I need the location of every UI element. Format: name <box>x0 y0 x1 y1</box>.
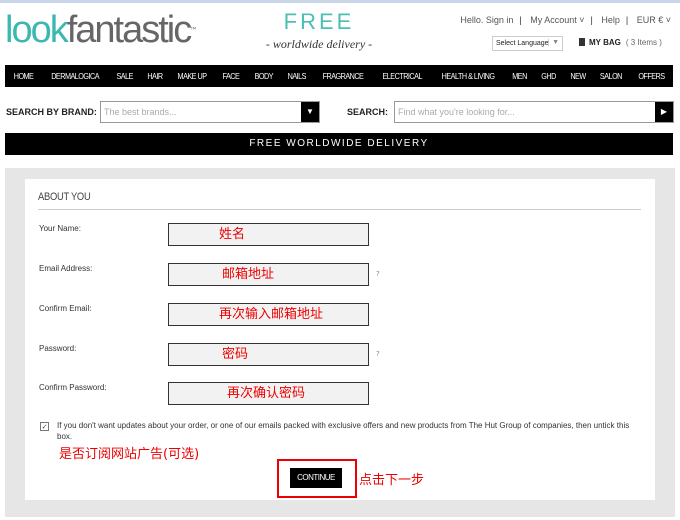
nav-item-offers[interactable]: OFFERS <box>638 71 665 81</box>
field-input[interactable]: 邮箱地址 <box>168 263 369 286</box>
field-label: Email Address: <box>39 264 93 273</box>
nav-item-electrical[interactable]: ELECTRICAL <box>383 71 423 81</box>
free-promo: FREE <box>283 9 355 34</box>
nav-item-face[interactable]: FACE <box>223 71 240 81</box>
field-label: Password: <box>39 344 77 353</box>
field-input[interactable]: 姓名 <box>168 223 369 246</box>
delivery-banner: FREE WORLDWIDE DELIVERY <box>5 133 673 155</box>
main-nav: HOME DERMALOGICA SALE HAIR MAKE UP FACE BODY NA… <box>5 65 673 87</box>
search-go-icon[interactable]: ▶ <box>655 102 673 122</box>
divider <box>38 209 641 210</box>
field-input[interactable]: 再次输入邮箱地址 <box>168 303 369 326</box>
field-label: Confirm Email: <box>39 304 92 313</box>
about-you-form: ABOUT YOU Your Name: 姓名 Email Address: 邮箱… <box>25 179 655 500</box>
subscribe-annotation: 是否订阅网站广告(可选) <box>59 447 200 462</box>
nav-item-salon[interactable]: SALON <box>600 71 622 81</box>
search-input[interactable]: Find what you're looking for... ▶ <box>394 101 674 123</box>
help-icon[interactable]: ? <box>376 270 380 278</box>
nav-item-ghd[interactable]: GHD <box>541 71 556 81</box>
nav-item-home[interactable]: HOME <box>14 71 34 81</box>
my-bag-link[interactable]: MY BAG( 3 Items ) <box>579 38 662 47</box>
currency-select[interactable]: EUR € ˅ <box>637 15 671 25</box>
nav-item-body[interactable]: BODY <box>254 71 273 81</box>
bag-icon <box>579 38 585 46</box>
newsletter-checkbox[interactable]: ✓ <box>40 422 49 431</box>
nav-item-make-up[interactable]: MAKE UP <box>178 71 207 81</box>
top-links: Hello. Sign in | My Account ˅ | Help | EUR … <box>460 15 671 25</box>
my-account-link[interactable]: My Account ˅ <box>530 15 584 25</box>
nav-item-sale[interactable]: SALE <box>116 71 133 81</box>
newsletter-note: If you don't want updates about your ord… <box>57 421 630 441</box>
continue-annotation: 点击下一步 <box>359 473 425 488</box>
top-border <box>0 0 680 3</box>
search-label: SEARCH: <box>347 107 389 117</box>
nav-item-fragrance[interactable]: FRAGRANCE <box>323 71 364 81</box>
continue-button[interactable]: CONTINUE <box>290 468 342 488</box>
nav-item-health-living[interactable]: HEALTH & LIVING <box>442 71 495 81</box>
chevron-down-icon: ▼ <box>548 39 559 46</box>
logo[interactable]: lookfantastic™ <box>5 8 196 52</box>
sign-in-link[interactable]: Hello. Sign in <box>460 15 513 25</box>
form-panel: ABOUT YOU Your Name: 姓名 Email Address: 邮箱… <box>5 168 675 517</box>
language-select[interactable]: Select Language ▼ <box>492 36 563 51</box>
nav-item-new[interactable]: NEW <box>570 71 586 81</box>
section-heading: ABOUT YOU <box>38 191 91 203</box>
field-label: Confirm Password: <box>39 383 107 392</box>
field-input[interactable]: 再次确认密码 <box>168 382 369 405</box>
nav-item-nails[interactable]: NAILS <box>288 71 307 81</box>
field-label: Your Name: <box>39 224 81 233</box>
free-promo-sub: - worldwide delivery - <box>265 37 373 51</box>
field-input[interactable]: 密码 <box>168 343 369 366</box>
nav-item-dermalogica[interactable]: DERMALOGICA <box>51 71 99 81</box>
nav-item-hair[interactable]: HAIR <box>147 71 163 81</box>
help-icon[interactable]: ? <box>376 350 380 358</box>
nav-item-men[interactable]: MEN <box>512 71 527 81</box>
dropdown-arrow-icon[interactable]: ▼ <box>301 102 319 122</box>
brand-search-label: SEARCH BY BRAND: <box>6 107 97 117</box>
brand-search-input[interactable]: The best brands... ▼ <box>100 101 320 123</box>
help-link[interactable]: Help <box>601 15 620 25</box>
